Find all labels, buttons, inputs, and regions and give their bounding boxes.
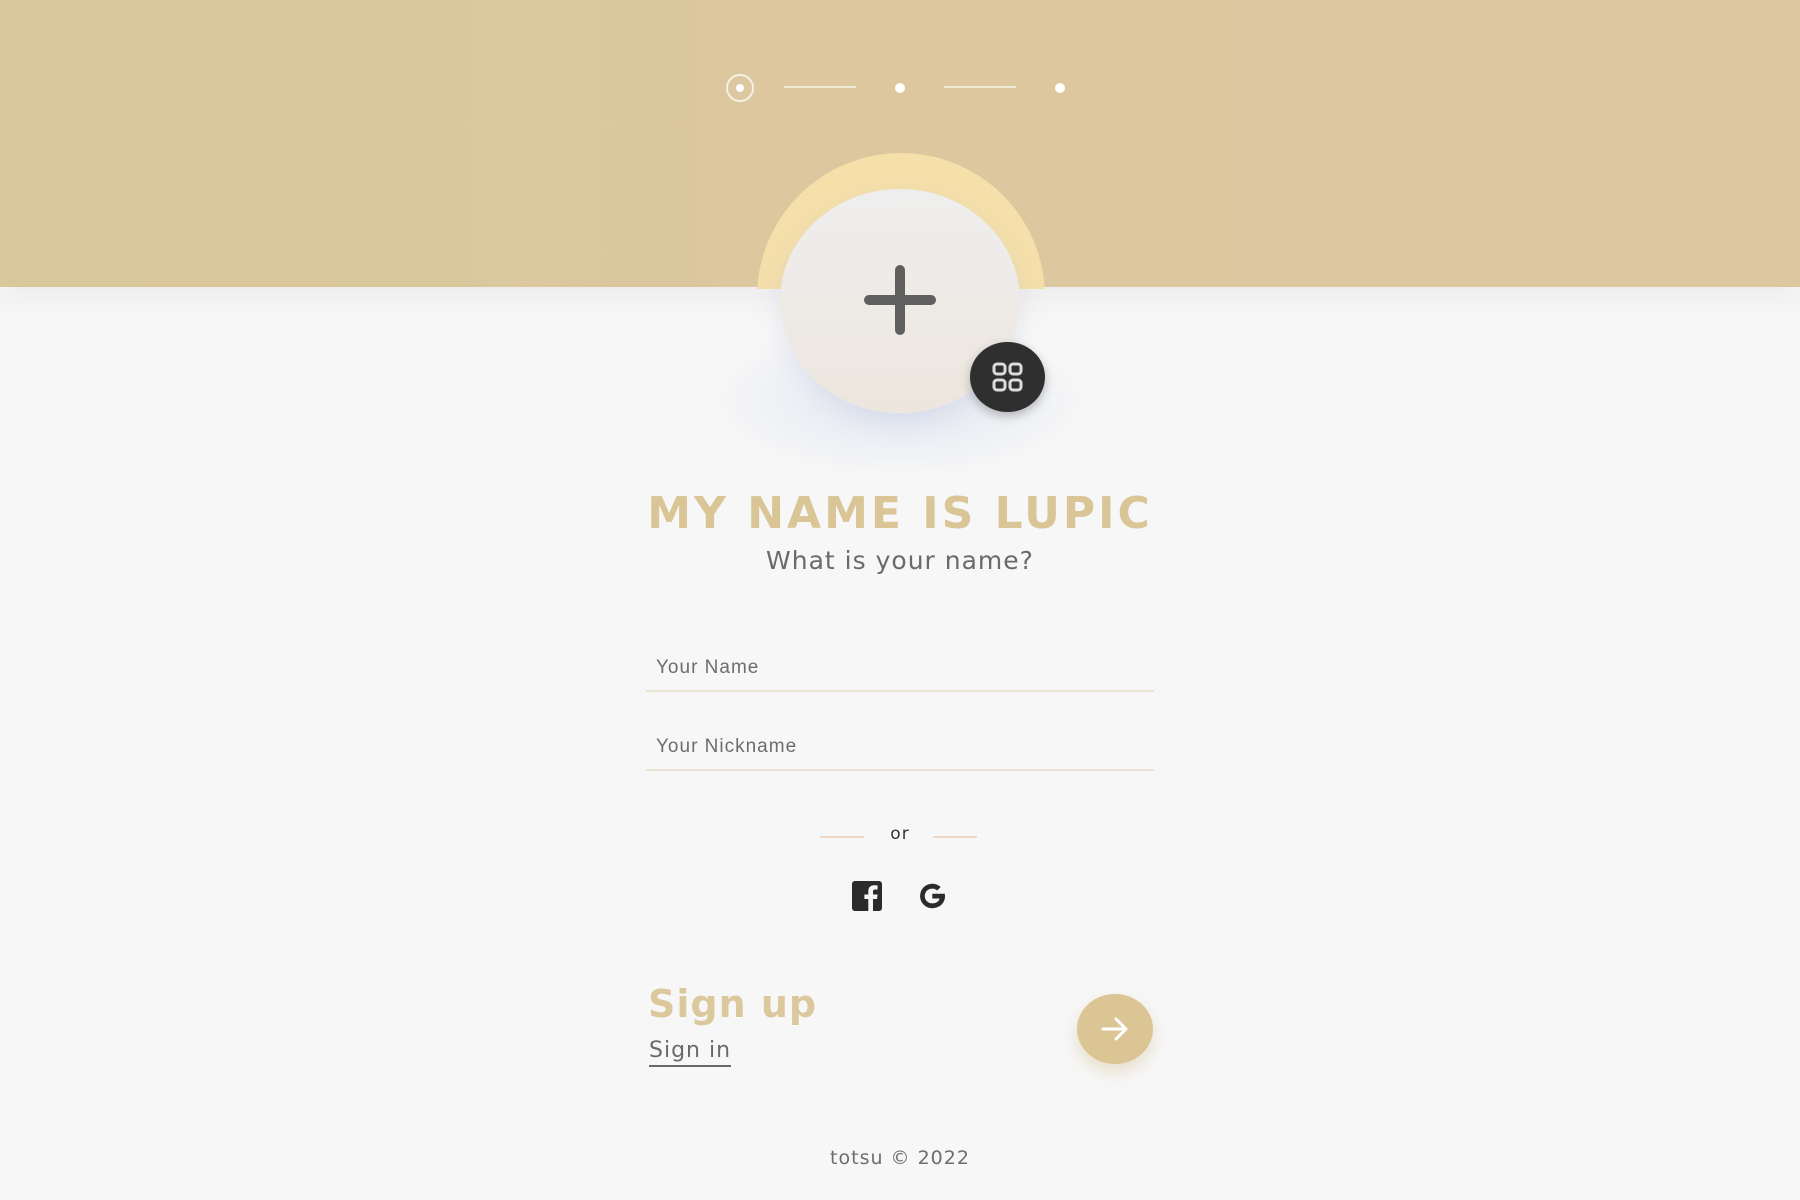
progress-stepper: [0, 0, 1800, 140]
signin-link[interactable]: Sign in: [649, 1038, 732, 1067]
progress-step: [1055, 83, 1065, 93]
facebook-icon[interactable]: [851, 880, 883, 912]
page-subtitle: What is your name?: [766, 546, 1034, 575]
google-icon[interactable]: [916, 880, 948, 912]
progress-connector: [784, 86, 856, 88]
progress-step: [895, 83, 905, 93]
divider-line-right: [933, 836, 977, 838]
divider-line-left: [820, 836, 864, 838]
divider-text: or: [890, 824, 910, 844]
name-input[interactable]: [646, 646, 1154, 692]
grid-icon: [992, 362, 1023, 392]
footer-copyright: totsu © 2022: [830, 1147, 970, 1169]
plus-icon: [864, 265, 936, 335]
arrow-right-icon: [1101, 1017, 1128, 1041]
next-button[interactable]: [1077, 994, 1153, 1064]
avatar-options-button[interactable]: [970, 342, 1045, 412]
nickname-input[interactable]: [646, 725, 1154, 771]
signup-heading: Sign up: [648, 982, 818, 1026]
progress-connector: [944, 86, 1016, 88]
progress-step-current: [726, 74, 754, 102]
page-title: MY NAME IS LUPIC: [647, 488, 1153, 539]
